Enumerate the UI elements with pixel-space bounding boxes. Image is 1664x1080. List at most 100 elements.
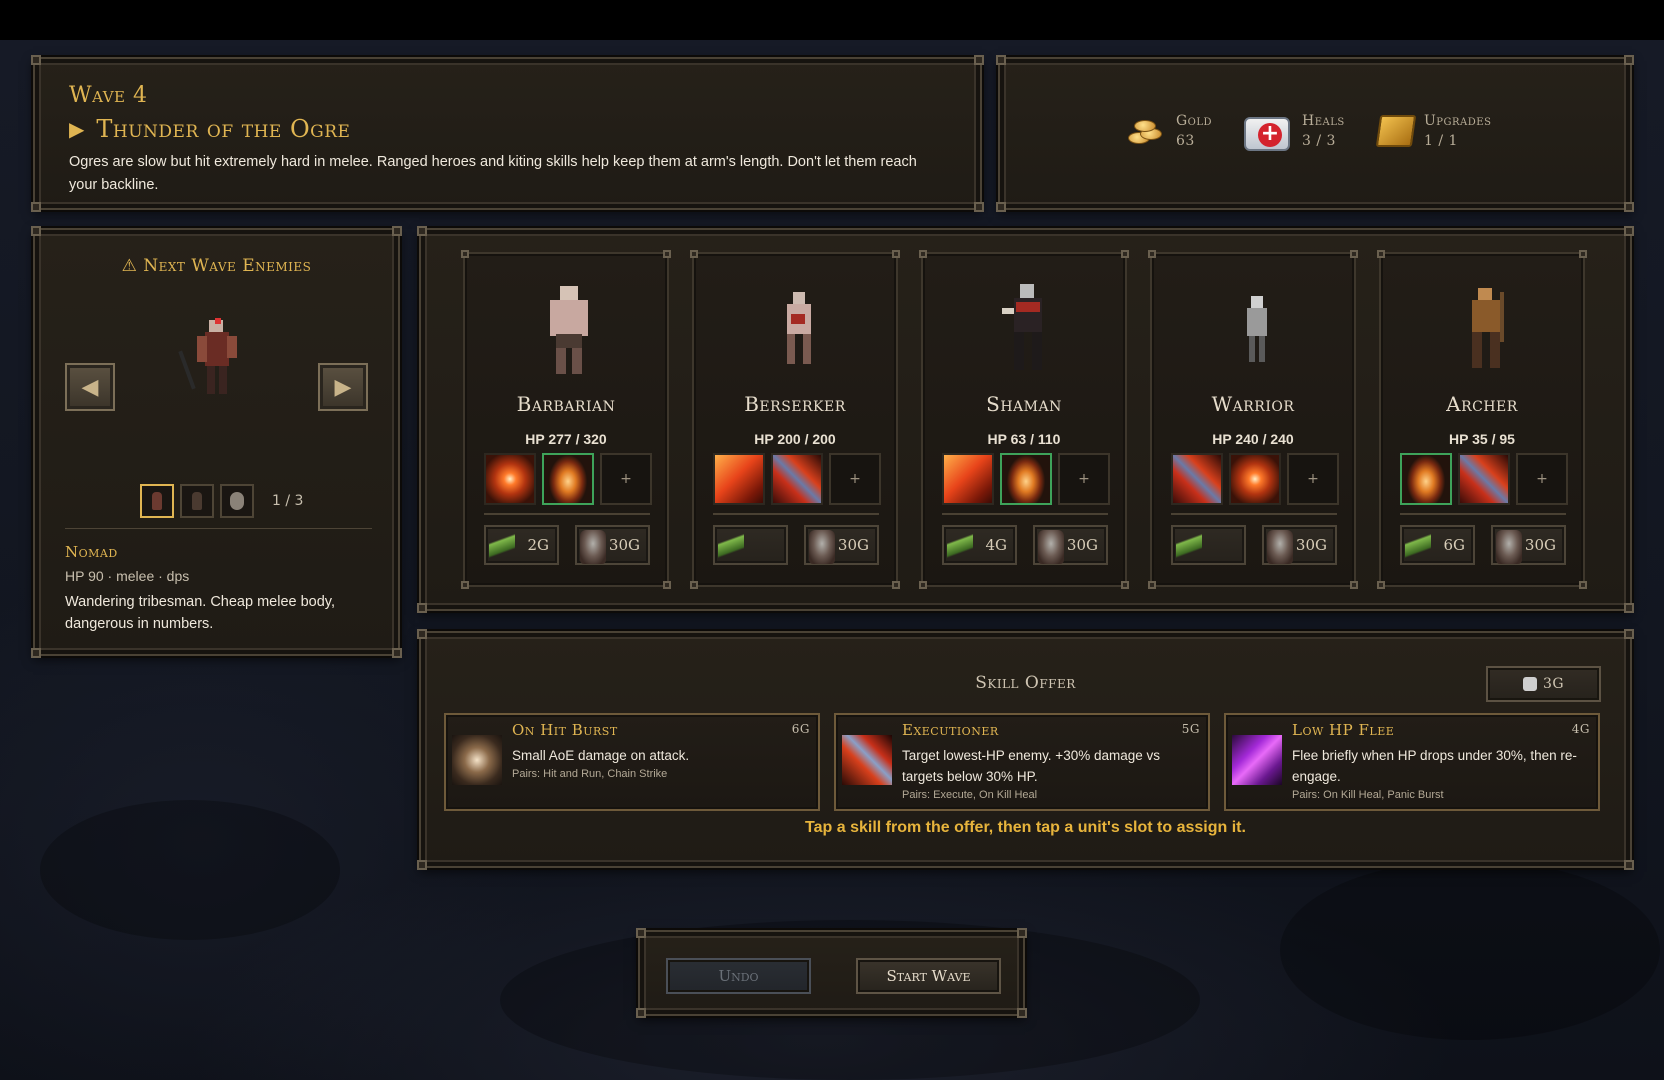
empty-skill-slot[interactable]: + [829, 453, 881, 505]
plus-icon: + [1536, 471, 1548, 487]
hero-hp: HP 277 / 320 [525, 431, 607, 447]
skill-offer-title: Skill Offer [975, 673, 1076, 693]
potion-cost: 4G [985, 536, 1007, 554]
shield-skill-icon[interactable] [1000, 453, 1052, 505]
enemy-thumb-2[interactable] [180, 484, 214, 518]
burst-skill-icon[interactable] [484, 453, 536, 505]
armor-icon [580, 530, 606, 564]
potion-button[interactable]: 6G [1400, 525, 1475, 565]
shaman-sprite [1002, 284, 1042, 370]
heals-label: Heals [1302, 113, 1345, 129]
start-wave-button[interactable]: Start Wave [856, 958, 1001, 994]
hero-skill-slots: + [1400, 453, 1568, 505]
berserker-sprite [787, 292, 811, 364]
blade-skill-icon[interactable] [1171, 453, 1223, 505]
potion-cost: 6G [1443, 536, 1465, 554]
hero-hp: HP 35 / 95 [1449, 431, 1515, 447]
empty-skill-slot[interactable]: + [1287, 453, 1339, 505]
previous-enemy-button[interactable]: ◀ [65, 363, 115, 411]
reroll-button[interactable]: 3G [1486, 666, 1601, 702]
armor-button[interactable]: 30G [575, 525, 650, 565]
top-letterbox [0, 0, 1664, 40]
offer-cost: 5G [1181, 722, 1200, 736]
potion-icon [1176, 530, 1202, 564]
offer-name: On Hit Burst [512, 721, 618, 739]
enemy-stats: HP 90 · melee · dps [65, 568, 190, 584]
enemy-thumb-nomad[interactable] [140, 484, 174, 518]
offer-card-low-hp-flee[interactable]: Low HP Flee 4G Flee briefly when HP drop… [1224, 713, 1600, 811]
gold-value: 63 [1176, 133, 1195, 149]
action-panel: Undo Start Wave [636, 928, 1027, 1018]
item-divider [1400, 513, 1566, 515]
chevron-left-icon: ◀ [81, 374, 99, 400]
wave-title: Thunder of the Ogre [96, 115, 351, 143]
hero-skill-slots: + [713, 453, 881, 505]
armor-button[interactable]: 30G [1262, 525, 1337, 565]
armor-icon [809, 530, 835, 564]
hero-skill-slots: + [942, 453, 1110, 505]
offer-description: Small AoE damage on attack. [512, 748, 690, 763]
burst-skill-icon[interactable] [1229, 453, 1281, 505]
empty-skill-slot[interactable]: + [600, 453, 652, 505]
enemy-divider [65, 528, 372, 529]
skill-offer-panel: Skill Offer 3G On Hit Burst 6G Small AoE… [417, 629, 1634, 870]
enemies-header-label: Next Wave Enemies [143, 256, 312, 276]
archer-sprite [1472, 288, 1504, 368]
undo-button[interactable]: Undo [666, 958, 811, 994]
offer-description: Flee briefly when HP drops under 30%, th… [1292, 748, 1577, 784]
on-hit-burst-icon [452, 735, 502, 785]
warrior-sprite [1247, 296, 1267, 362]
hero-name: Shaman [986, 392, 1062, 416]
potion-cost: 2G [527, 536, 549, 554]
enemy-name: Nomad [65, 543, 118, 561]
upgrades-value: 1 / 1 [1424, 133, 1458, 149]
plus-icon: + [1078, 471, 1090, 487]
executioner-icon [842, 735, 892, 785]
hero-name: Barbarian [516, 392, 616, 416]
armor-cost: 30G [1066, 536, 1098, 554]
low-hp-flee-icon [1232, 735, 1282, 785]
empty-skill-slot[interactable]: + [1058, 453, 1110, 505]
empty-skill-slot[interactable]: + [1516, 453, 1568, 505]
enemy-thumb-3[interactable] [220, 484, 254, 518]
shield-skill-icon[interactable] [542, 453, 594, 505]
offer-description: Target lowest-HP enemy. +30% damage vs t… [902, 748, 1161, 784]
hero-name: Berserker [744, 392, 846, 416]
armor-button[interactable]: 30G [1033, 525, 1108, 565]
claw-skill-icon[interactable] [942, 453, 994, 505]
blade-skill-icon[interactable] [1458, 453, 1510, 505]
enemies-header: ⚠ Next Wave Enemies [35, 256, 398, 276]
blade-skill-icon[interactable] [771, 453, 823, 505]
potion-button [713, 525, 788, 565]
enemy-description: Wandering tribesman. Cheap melee body, d… [65, 594, 336, 632]
armor-button[interactable]: 30G [1491, 525, 1566, 565]
gold-coins-icon [1126, 116, 1166, 146]
shield-skill-icon[interactable] [1400, 453, 1452, 505]
plus-icon: + [620, 471, 632, 487]
armor-cost: 30G [837, 536, 869, 554]
offer-card-on-hit-burst[interactable]: On Hit Burst 6G Small AoE damage on atta… [444, 713, 820, 811]
next-enemy-button[interactable]: ▶ [318, 363, 368, 411]
potion-button [1171, 525, 1246, 565]
hero-card-warrior[interactable]: Warrior HP 240 / 240 + 30G [1148, 250, 1358, 589]
hero-card-shaman[interactable]: Shaman HP 63 / 110 + 4G 30G [919, 250, 1129, 589]
hero-card-archer[interactable]: Archer HP 35 / 95 + 6G 30G [1377, 250, 1587, 589]
hero-hp: HP 63 / 110 [987, 431, 1061, 447]
hero-card-berserker[interactable]: Berserker HP 200 / 200 + 30G [690, 250, 900, 589]
armor-button[interactable]: 30G [804, 525, 879, 565]
offer-hint: Tap a skill from the offer, then tap a u… [805, 819, 1246, 836]
potion-button[interactable]: 4G [942, 525, 1017, 565]
hero-shop-items: 4G 30G [942, 525, 1108, 565]
claw-skill-icon[interactable] [713, 453, 765, 505]
armor-cost: 30G [1295, 536, 1327, 554]
next-wave-enemies-panel: ⚠ Next Wave Enemies ◀ ▶ 1 / 3 Nomad HP 9… [31, 226, 402, 658]
potion-button[interactable]: 2G [484, 525, 559, 565]
item-divider [1171, 513, 1337, 515]
hero-card-barbarian[interactable]: Barbarian HP 277 / 320 + 2G 30G [461, 250, 671, 589]
hero-name: Warrior [1211, 392, 1295, 416]
barbarian-sprite [550, 286, 588, 374]
enemy-thumbnails: 1 / 3 [140, 484, 303, 518]
upgrade-tome-icon [1375, 115, 1417, 147]
item-divider [942, 513, 1108, 515]
offer-card-executioner[interactable]: Executioner 5G Target lowest-HP enemy. +… [834, 713, 1210, 811]
